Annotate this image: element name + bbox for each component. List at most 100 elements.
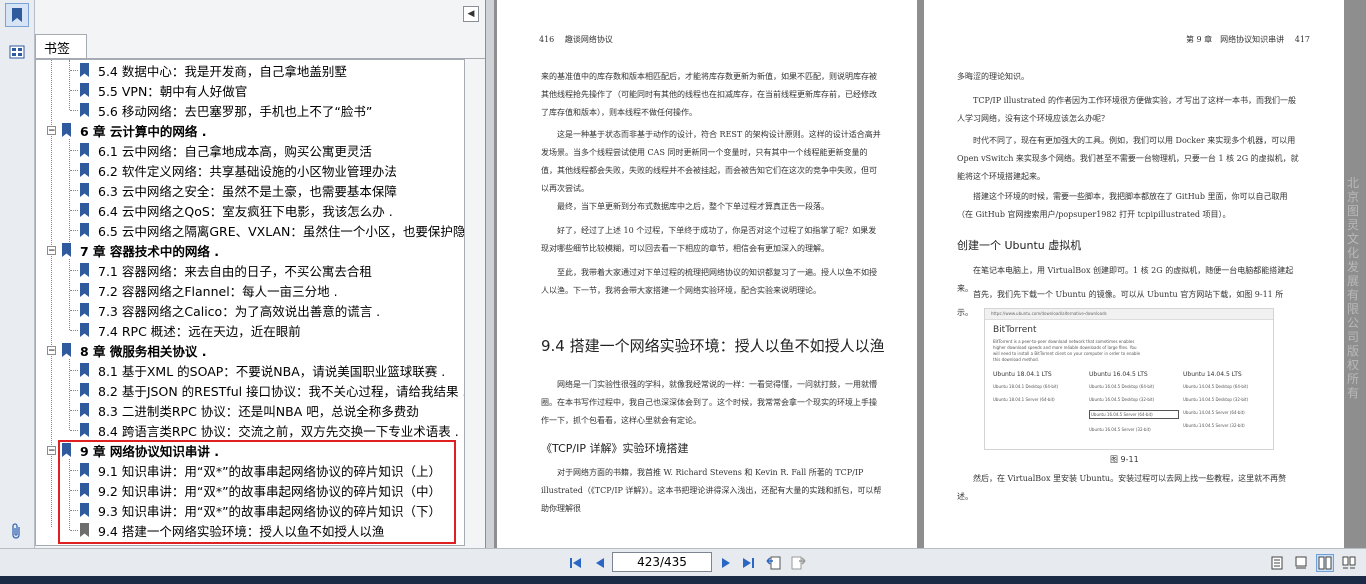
continuous-view-button[interactable] [1292, 554, 1310, 572]
bookmark-item[interactable]: 6.4 云中网络之QoS：室友疯狂下电影，我该怎么办 . [36, 200, 464, 220]
paragraph: 时代不同了，现在有更加强大的工具。例如，我们可以用 Docker 来实现多个机器… [957, 136, 1299, 181]
last-page-icon [743, 558, 754, 568]
bookmark-icon [80, 403, 89, 417]
bookmark-item[interactable]: 7.4 RPC 概述：远在天边，近在眼前 [36, 320, 464, 340]
bookmark-item[interactable]: 8.3 二进制类RPC 协议：还是叫NBA 吧，总说全称多费劲 [36, 400, 464, 420]
thumbnails-panel-button[interactable] [5, 40, 29, 64]
bookmarks-sidebar: ◀ 书签 5.4 数据中心：我是开发商，自己拿地盖别墅 5.5 VPN：朝中有人… [35, 0, 518, 548]
thumbnails-icon [9, 45, 25, 59]
bookmark-icon [80, 383, 89, 397]
bookmark-icon [62, 123, 71, 137]
figure-screenshot: https://www.ubuntu.com/download/alternat… [984, 308, 1274, 450]
go-back-button[interactable] [766, 555, 782, 571]
paragraph: 至此，我带着大家通过对下单过程的梳理把网络协议的知识都复习了一遍。授人以鱼不如授… [541, 268, 877, 295]
bookmark-section[interactable]: − 7 章 容器技术中的网络 . [36, 240, 464, 260]
go-back-icon [766, 556, 781, 570]
paragraph: 网络是一门实验性很强的学科，就像我经常说的一样：一看觉得懂，一问就打鼓，一用就懵… [541, 380, 877, 425]
bookmark-item[interactable]: 7.1 容器网络：来去自由的日子，不买公寓去合租 [36, 260, 464, 280]
bookmark-section[interactable]: − 6 章 云计算中的网络 . [36, 120, 464, 140]
bookmark-item[interactable]: 6.2 软件定义网络：共享基础设施的小区物业管理办法 [36, 160, 464, 180]
pdf-page-left: 416 趣谈网络协议 来的基准值中的库存数和版本相匹配后，才能将库存数更新为新值… [497, 0, 917, 548]
page-number: 416 [539, 35, 555, 44]
paragraph: 多晦涩的理论知识。 [957, 72, 1029, 81]
running-header: 第 9 章 网络协议知识串讲 [1186, 35, 1285, 44]
tab-bookmarks[interactable]: 书签 [35, 34, 87, 58]
figure-column: Ubuntu 16.04.5 LTS Ubuntu 16.04.5 Deskto… [1089, 371, 1179, 432]
paragraph: 搭建这个环境的时候，需要一些脚本，我把脚本都放在了 GitHub 里面，你可以自… [957, 192, 1288, 219]
bookmark-icon [80, 363, 89, 377]
bookmark-icon [80, 83, 89, 97]
navigation-toolbar: 423/435 [0, 548, 1366, 577]
subsection-heading: 《TCP/IP 详解》实验环境搭建 [541, 442, 689, 455]
bookmarks-panel-button[interactable] [5, 3, 29, 27]
pdf-page-right: 第 9 章 网络协议知识串讲 417 多晦涩的理论知识。 TCP/IP illu… [924, 0, 1344, 548]
go-forward-button[interactable] [790, 555, 806, 571]
running-header: 趣谈网络协议 [564, 35, 613, 44]
bookmark-item[interactable]: 6.3 云中网络之安全：虽然不是土豪，也需要基本保障 [36, 180, 464, 200]
attachments-panel-button[interactable] [5, 520, 29, 544]
left-panel-strip [0, 0, 35, 584]
collapse-toggle[interactable]: − [47, 346, 56, 356]
bookmark-icon [80, 103, 89, 117]
bookmark-icon [80, 183, 89, 197]
bookmark-item[interactable]: 8.2 基于JSON 的RESTful 接口协议：我不关心过程，请给我结果 . [36, 380, 464, 400]
triangle-left-icon: ◀ [467, 9, 475, 19]
bookmark-item[interactable]: 5.4 数据中心：我是开发商，自己拿地盖别墅 [36, 60, 464, 80]
collapse-toggle[interactable]: − [47, 446, 56, 456]
page-number-input[interactable]: 423/435 [612, 552, 712, 572]
bookmark-icon [80, 203, 89, 217]
figure-caption: 图 9-11 [1110, 455, 1139, 464]
paragraph: 对于网络方面的书籍，我首推 W. Richard Stevens 和 Kevin… [541, 468, 882, 513]
continuous-page-icon [1295, 556, 1307, 569]
bookmark-item[interactable]: 8.1 基于XML 的SOAP：不要说NBA，请说美国职业篮球联赛 . [36, 360, 464, 380]
highlight-box [58, 440, 456, 544]
bookmark-icon [80, 303, 89, 317]
first-page-button[interactable] [568, 555, 584, 571]
figure-url-bar: https://www.ubuntu.com/download/alternat… [985, 309, 1273, 320]
bookmark-item[interactable]: 7.2 容器网络之Flannel：每人一亩三分地 . [36, 280, 464, 300]
collapse-sidebar-button[interactable]: ◀ [463, 6, 479, 22]
os-taskbar [0, 576, 1366, 584]
panel-splitter[interactable] [486, 0, 494, 548]
page-number: 417 [1294, 35, 1311, 44]
sidebar-toolbar: ◀ [35, 0, 485, 34]
next-page-button[interactable] [718, 555, 734, 571]
bookmark-icon [80, 423, 89, 437]
figure-desc: BitTorrent is a peer-to-peer download ne… [993, 339, 1141, 362]
single-page-icon [1271, 556, 1283, 570]
figure-column: Ubuntu 14.04.5 LTS Ubuntu 14.04.5 Deskto… [1183, 371, 1249, 428]
section-heading: 9.4 搭建一个网络实验环境：授人以鱼不如授人以渔 [541, 337, 885, 355]
bookmark-icon [12, 8, 22, 22]
bookmark-item[interactable]: 7.3 容器网络之Calico：为了高效说出善意的谎言 . [36, 300, 464, 320]
triangle-left-icon [596, 558, 604, 568]
last-page-button[interactable] [740, 555, 756, 571]
single-page-view-button[interactable] [1268, 554, 1286, 572]
go-forward-icon [791, 556, 806, 570]
bookmark-icon [80, 63, 89, 77]
bookmark-item[interactable]: 5.5 VPN：朝中有人好做官 [36, 80, 464, 100]
two-page-continuous-icon [1342, 556, 1356, 569]
paragraph: 最终，当下单更新到分布式数据库中之后，整个下单过程才算真正告一段落。 [557, 202, 829, 211]
figure-title: BitTorrent [993, 325, 1037, 335]
bookmark-icon [80, 223, 89, 237]
bookmark-item[interactable]: 6.1 云中网络：自己拿地成本高，购买公寓更灵活 [36, 140, 464, 160]
figure-column: Ubuntu 18.04.1 LTS Ubuntu 18.04.1 Deskto… [993, 371, 1059, 402]
copyright-watermark: 北京图灵文化发展有限公司 版权所有 [1347, 176, 1360, 400]
bookmark-tree: 5.4 数据中心：我是开发商，自己拿地盖别墅 5.5 VPN：朝中有人好做官 5… [35, 59, 465, 546]
bookmark-item[interactable]: 5.6 移动网络：去巴塞罗那，手机也上不了“脸书” [36, 100, 464, 120]
collapse-toggle[interactable]: − [47, 126, 56, 136]
bookmark-section[interactable]: − 8 章 微服务相关协议 . [36, 340, 464, 360]
bookmark-icon [80, 283, 89, 297]
two-page-continuous-view-button[interactable] [1340, 554, 1358, 572]
sidebar-tabbar: 书签 [35, 34, 485, 59]
previous-page-button[interactable] [592, 555, 608, 571]
bookmark-item[interactable]: 8.4 跨语言类RPC 协议：交流之前，双方先交换一下专业术语表 . [36, 420, 464, 440]
two-page-view-button[interactable] [1316, 554, 1334, 572]
triangle-right-icon [722, 558, 730, 568]
paragraph: TCP/IP illustrated 的作者因为工作环境很方便做实验，才写出了这… [957, 96, 1296, 123]
bookmark-icon [80, 323, 89, 337]
bookmark-icon [62, 343, 71, 357]
bookmark-item[interactable]: 6.5 云中网络之隔离GRE、VXLAN：虽然住一个小区，也要保护隐私 [36, 220, 464, 240]
collapse-toggle[interactable]: − [47, 246, 56, 256]
paragraph: 然后，在 VirtualBox 里安装 Ubuntu。安装过程可以去网上找一些教… [957, 474, 1287, 501]
